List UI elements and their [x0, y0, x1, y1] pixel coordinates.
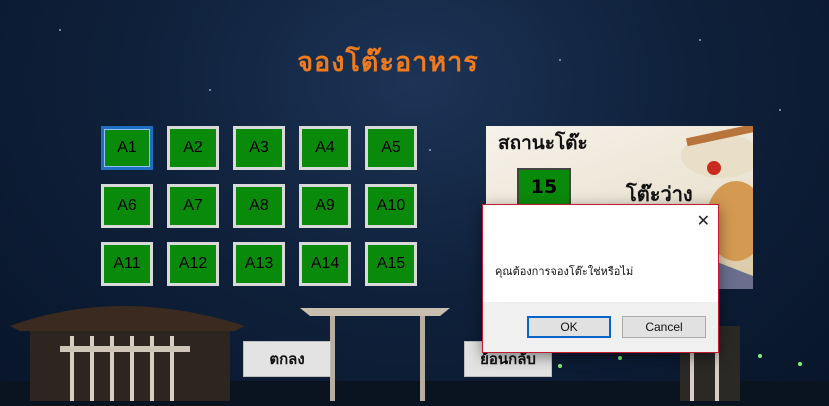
page-title: จองโต๊ะอาหาร: [297, 47, 479, 78]
table-button-a2[interactable]: A2: [167, 126, 219, 170]
cancel-button[interactable]: Cancel: [622, 316, 706, 338]
confirm-dialog: ✕ คุณต้องการจองโต๊ะใช่หรือไม่ OK Cancel: [482, 204, 719, 353]
dialog-message: คุณต้องการจองโต๊ะใช่หรือไม่: [495, 265, 634, 278]
table-button-a15[interactable]: A15: [365, 242, 417, 286]
table-button-a5[interactable]: A5: [365, 126, 417, 170]
table-button-a8[interactable]: A8: [233, 184, 285, 228]
status-title: สถานะโต๊ะ: [498, 132, 588, 154]
table-button-a9[interactable]: A9: [299, 184, 351, 228]
confirm-button[interactable]: ตกลง: [243, 341, 331, 377]
table-button-a12[interactable]: A12: [167, 242, 219, 286]
ok-button[interactable]: OK: [527, 316, 611, 338]
table-button-a11[interactable]: A11: [101, 242, 153, 286]
table-button-a7[interactable]: A7: [167, 184, 219, 228]
dialog-footer: OK Cancel: [483, 302, 718, 352]
table-button-a6[interactable]: A6: [101, 184, 153, 228]
table-button-a13[interactable]: A13: [233, 242, 285, 286]
close-icon[interactable]: ✕: [697, 211, 710, 230]
table-button-a10[interactable]: A10: [365, 184, 417, 228]
table-button-a1[interactable]: A1: [101, 126, 153, 170]
table-button-a3[interactable]: A3: [233, 126, 285, 170]
table-button-a14[interactable]: A14: [299, 242, 351, 286]
free-count-box: 15: [517, 168, 571, 206]
table-button-a4[interactable]: A4: [299, 126, 351, 170]
